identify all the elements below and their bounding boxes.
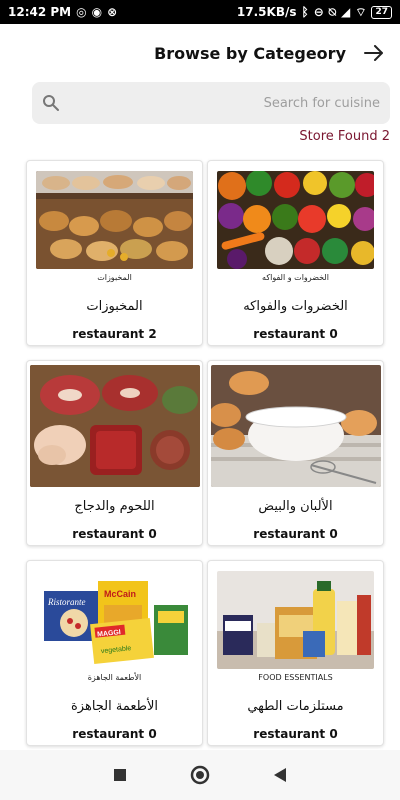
category-image-bakery bbox=[36, 171, 193, 269]
back-button[interactable] bbox=[362, 41, 386, 65]
category-card-vegetables[interactable]: الخضروات و الفواكه الخضروات والفواكه res… bbox=[207, 160, 384, 346]
category-name: الخضروات والفواكه bbox=[243, 299, 348, 314]
signal-icon: ◢ bbox=[340, 5, 351, 19]
category-image-ready-food: Ristorante McCain MAGGI vegetable bbox=[36, 571, 193, 669]
category-caption: الأطعمة الجاهزة bbox=[87, 673, 142, 682]
category-card-dairy[interactable]: الألبان والبيض restaurant 0 bbox=[207, 360, 384, 546]
category-name: الأطعمة الجاهزة bbox=[70, 699, 159, 714]
back-nav-button[interactable] bbox=[265, 760, 295, 790]
category-card-ready-food[interactable]: Ristorante McCain MAGGI vegetable الأطعم… bbox=[26, 560, 203, 746]
arrow-right-icon bbox=[364, 45, 383, 61]
home-button[interactable] bbox=[185, 760, 215, 790]
category-image-dairy bbox=[210, 365, 381, 487]
category-caption: الخضروات و الفواكه bbox=[262, 273, 329, 282]
network-speed: 17.5KB/s bbox=[236, 5, 297, 19]
messenger-icon: ◉ bbox=[91, 5, 103, 19]
search-bar[interactable] bbox=[32, 82, 390, 124]
category-name: اللحوم والدجاج bbox=[74, 499, 155, 514]
category-caption: المخبوزات bbox=[97, 273, 132, 282]
wifi-icon: ⌔ bbox=[355, 5, 367, 19]
status-bar: 12:42 PM ◎ ◉ ⊗ 17.5KB/s ᛒ ⊖ ⍉ ◢ ⌔ 27 bbox=[0, 0, 400, 24]
restaurant-count: restaurant 0 bbox=[253, 727, 338, 741]
ristorante-label: Ristorante bbox=[47, 597, 86, 607]
category-name: الألبان والبيض bbox=[258, 499, 333, 514]
category-image-vegetables bbox=[217, 171, 374, 269]
restaurant-count: restaurant 0 bbox=[72, 727, 157, 741]
store-found-count: Store Found 2 bbox=[299, 129, 390, 144]
restaurant-count: restaurant 2 bbox=[72, 327, 157, 341]
mccain-label: McCain bbox=[104, 589, 136, 599]
toggle-icon: ⊖ bbox=[313, 5, 324, 19]
category-card-cooking[interactable]: FOOD ESSENTIALS مستلزمات الطهي restauran… bbox=[207, 560, 384, 746]
status-time: 12:42 PM bbox=[8, 5, 72, 19]
category-card-meat[interactable]: اللحوم والدجاج restaurant 0 bbox=[26, 360, 203, 546]
restaurant-count: restaurant 0 bbox=[253, 327, 338, 341]
category-card-bakery[interactable]: المخبوزات المخبوزات restaurant 2 bbox=[26, 160, 203, 346]
category-image-cooking bbox=[217, 571, 374, 669]
mute-icon: ⍉ bbox=[328, 5, 336, 19]
header: Browse by Categeory bbox=[0, 24, 400, 82]
recents-button[interactable] bbox=[105, 760, 135, 790]
vpn-icon: ⊗ bbox=[107, 5, 118, 19]
category-name: المخبوزات bbox=[86, 299, 143, 314]
system-nav-bar bbox=[0, 750, 400, 800]
category-grid: المخبوزات المخبوزات restaurant 2 الخضروا… bbox=[26, 160, 386, 746]
category-image-meat bbox=[29, 365, 200, 487]
bluetooth-icon: ᛒ bbox=[301, 5, 309, 19]
triangle-back-icon bbox=[274, 768, 286, 782]
whatsapp-icon: ◎ bbox=[76, 5, 87, 19]
category-caption: FOOD ESSENTIALS bbox=[258, 673, 333, 682]
category-name: مستلزمات الطهي bbox=[247, 699, 344, 714]
search-icon bbox=[43, 95, 59, 111]
square-icon bbox=[114, 769, 126, 781]
restaurant-count: restaurant 0 bbox=[253, 527, 338, 541]
page-title: Browse by Categeory bbox=[154, 43, 346, 63]
search-input[interactable] bbox=[60, 95, 380, 111]
restaurant-count: restaurant 0 bbox=[72, 527, 157, 541]
circle-icon bbox=[190, 765, 210, 785]
battery-icon: 27 bbox=[371, 5, 392, 19]
